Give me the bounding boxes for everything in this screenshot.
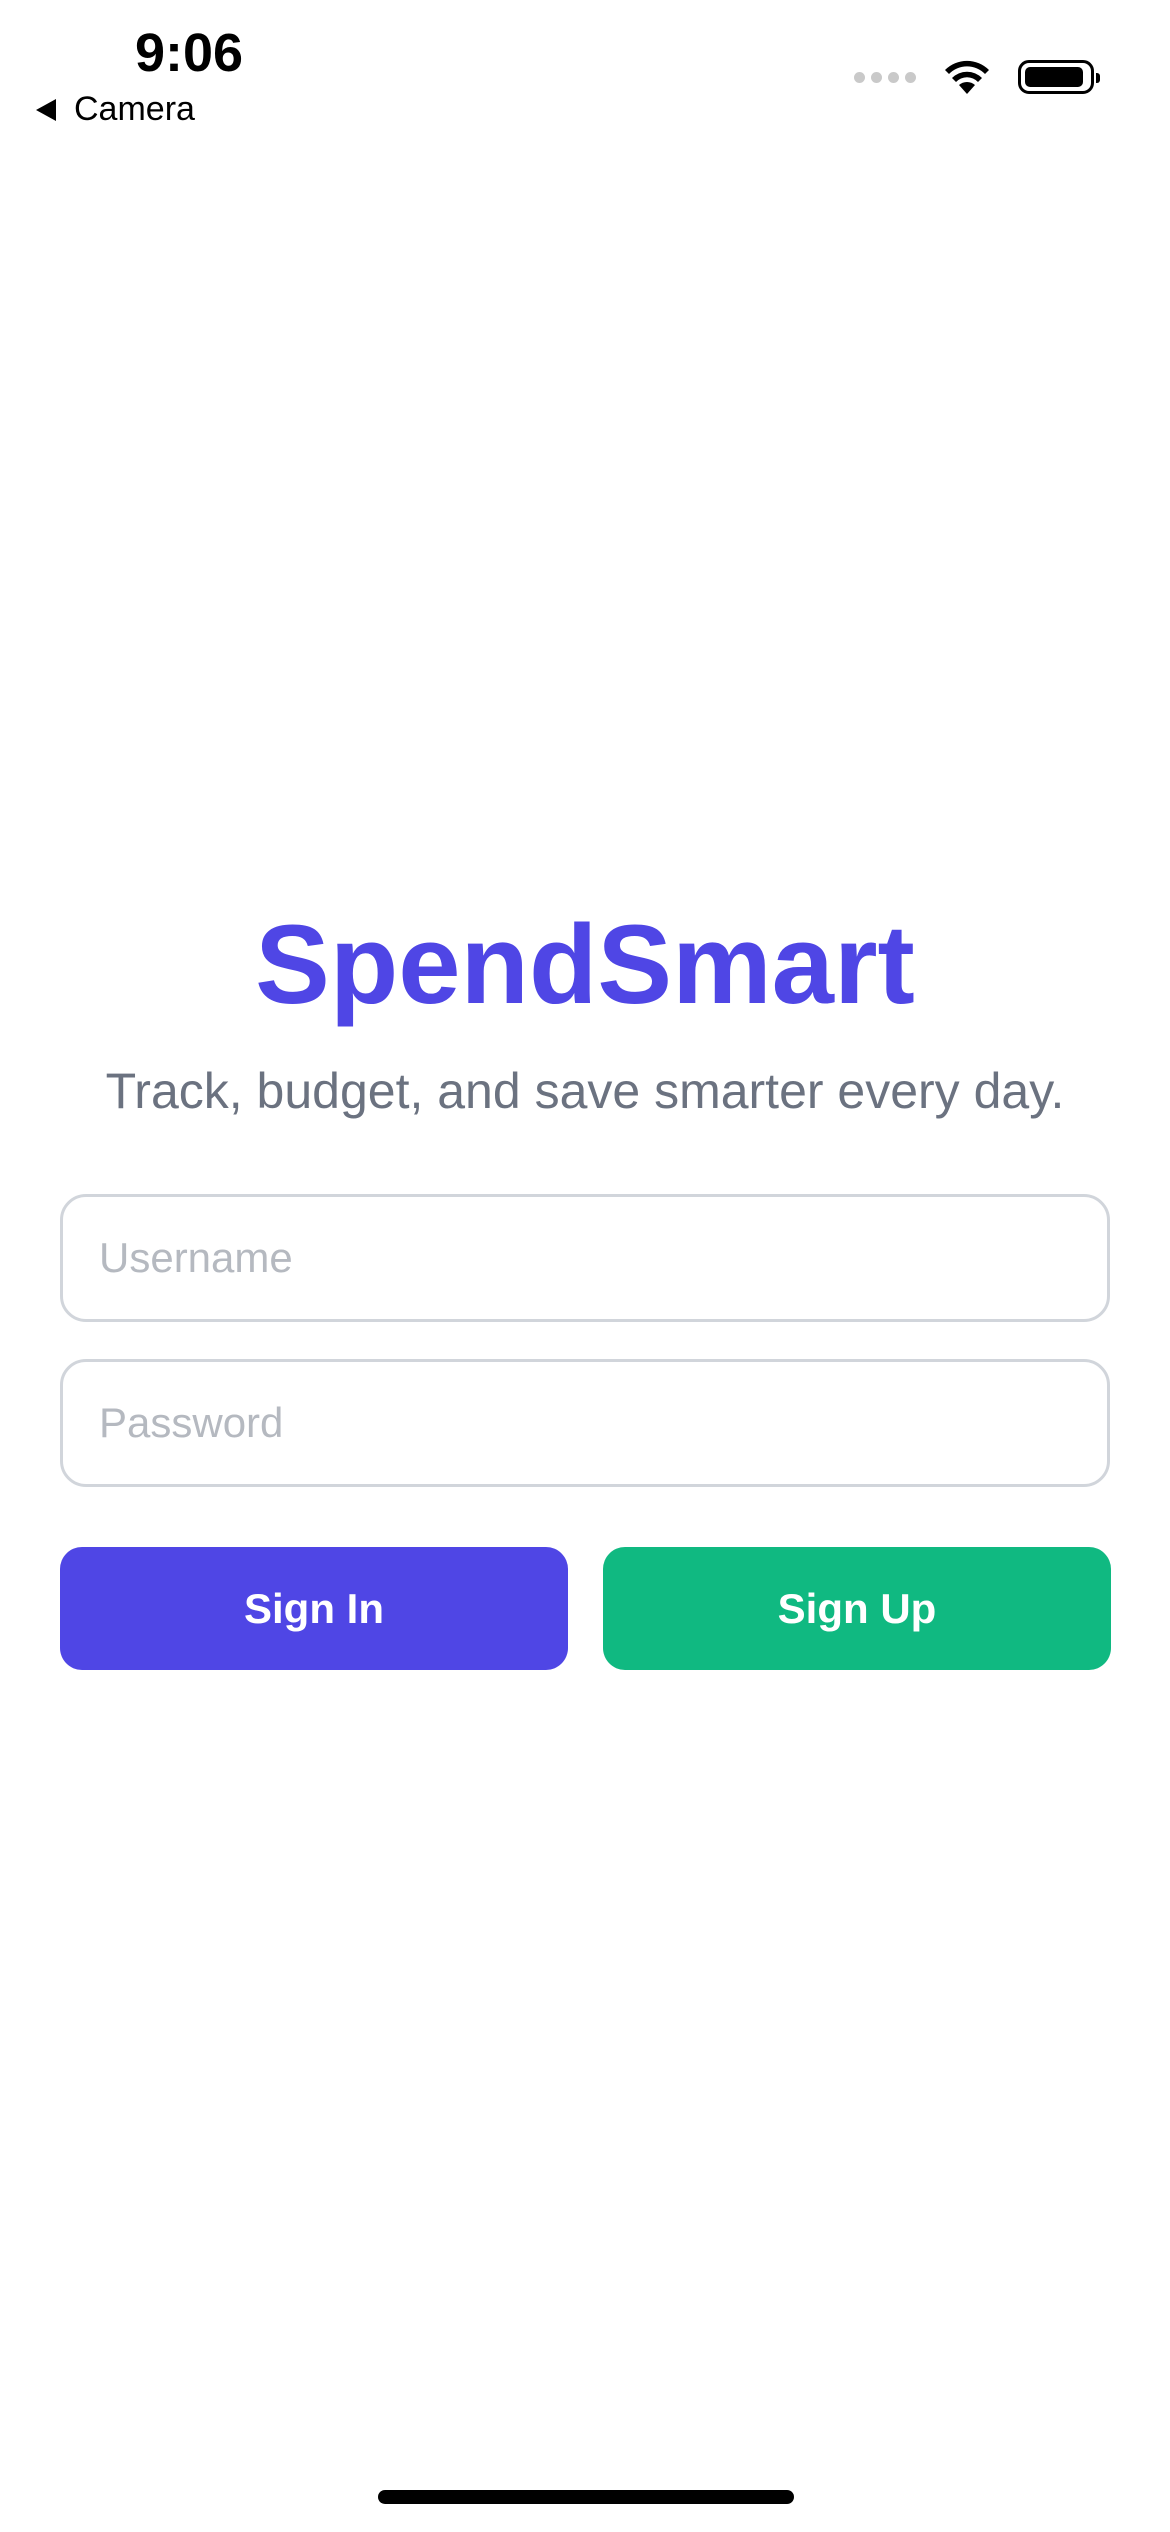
username-field-container [60,1194,1110,1322]
status-bar: 9:06 Camera [0,0,1170,140]
password-input[interactable] [63,1362,1107,1484]
home-indicator[interactable] [378,2490,794,2504]
back-to-camera-link[interactable]: Camera [36,90,195,129]
sign-in-button[interactable]: Sign In [60,1547,568,1670]
username-input[interactable] [63,1197,1107,1319]
battery-icon [1018,60,1100,94]
status-time: 9:06 [135,23,244,83]
password-field-container [60,1359,1110,1487]
sign-up-button[interactable]: Sign Up [603,1547,1111,1670]
wifi-icon [945,60,989,94]
app-title: SpendSmart [255,902,915,1027]
back-arrow-icon [36,98,56,121]
app-tagline: Track, budget, and save smarter every da… [105,1063,1065,1119]
status-indicators [854,58,1100,96]
signal-dots-icon [854,71,916,83]
back-link-label: Camera [74,90,195,128]
